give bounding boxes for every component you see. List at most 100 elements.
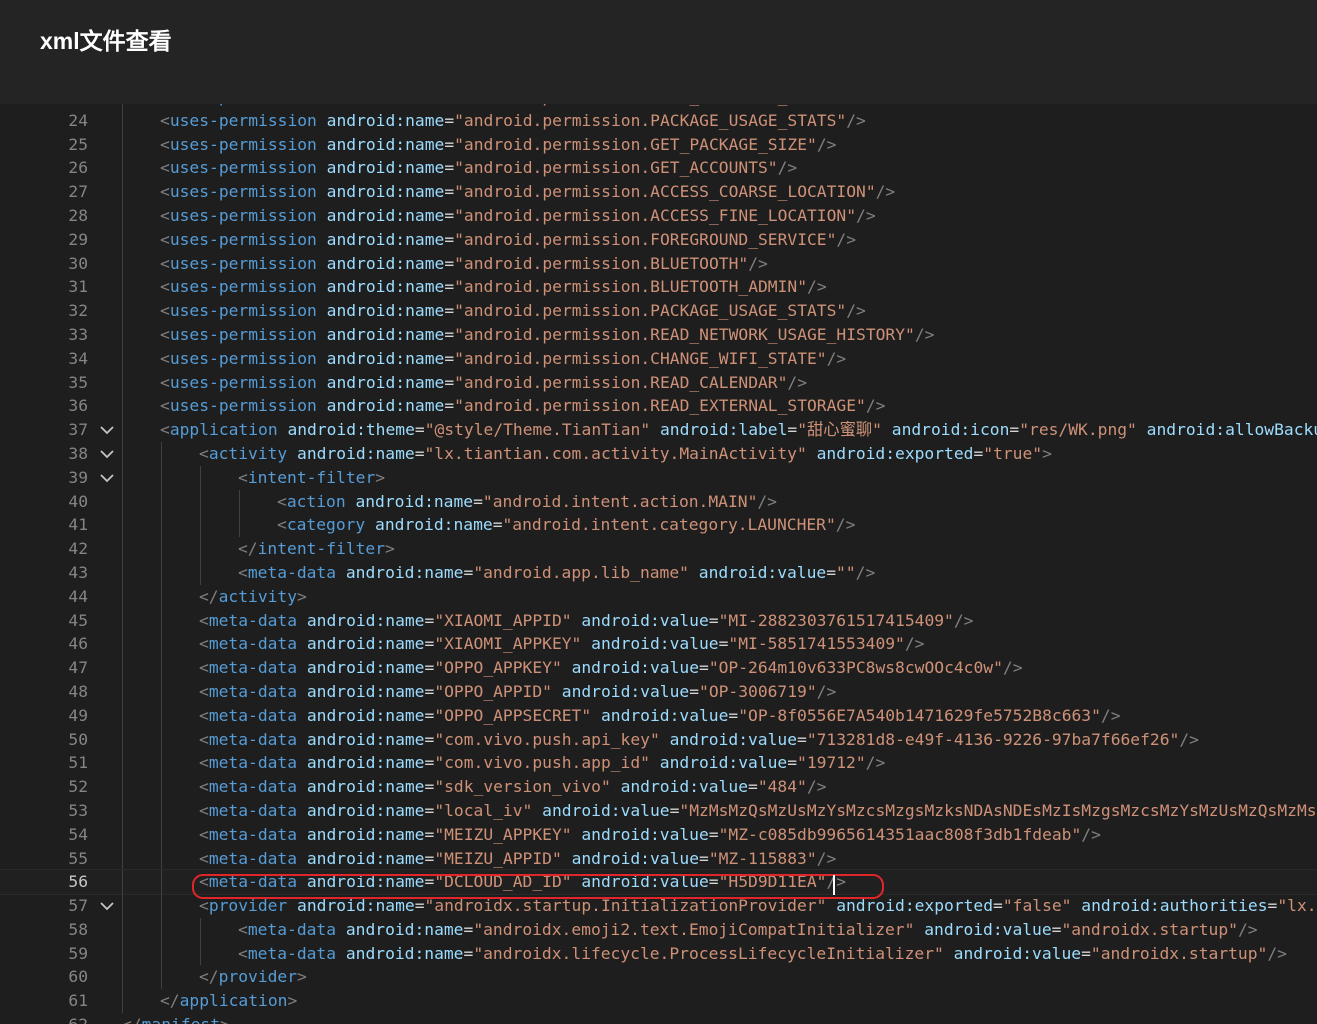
- code-line[interactable]: 51 <meta-data android:name="com.vivo.push…: [0, 751, 1317, 776]
- code-line[interactable]: 44 </activity>: [0, 584, 1317, 609]
- code-token: =: [444, 182, 455, 202]
- indent-guide: [122, 751, 123, 776]
- code-token: />: [1100, 705, 1121, 725]
- code-token: "androidx.lifecycle.ProcessLifecycleInit…: [473, 943, 944, 963]
- code-line[interactable]: 32 <uses-permission android:name="android…: [0, 299, 1317, 323]
- code-line[interactable]: 61 </application>: [0, 989, 1317, 1014]
- code-token: "android.permission.ACCESS_FINE_LOCATION…: [454, 205, 857, 225]
- code-token: <: [160, 104, 170, 106]
- line-number: 29: [68, 229, 88, 249]
- code-token: intent-filter: [247, 467, 376, 487]
- code-token: uses-permission: [169, 348, 317, 368]
- code-token: action: [286, 491, 346, 511]
- code-line[interactable]: 53 <meta-data android:name="local_iv" and…: [0, 798, 1317, 823]
- code-line[interactable]: 27 <uses-permission android:name="android…: [0, 180, 1317, 204]
- code-token: "MEIZU_APPKEY": [434, 824, 572, 844]
- line-number: 54: [68, 824, 88, 844]
- indent-guide: [122, 346, 123, 371]
- code-token: uses-permission: [169, 205, 317, 225]
- code-line[interactable]: 45 <meta-data android:name="XIAOMI_APPID"…: [0, 608, 1317, 633]
- code-text: <meta-data android:name="androidx.emoji2…: [238, 918, 1258, 942]
- code-token: android:name: [306, 848, 425, 868]
- code-line[interactable]: 40 <action android:name="android.intent.a…: [0, 489, 1317, 514]
- code-text: <uses-permission android:name="android.p…: [160, 275, 827, 299]
- code-token: "android.permission.CHANGE_WIFI_STATE": [454, 348, 827, 368]
- code-line[interactable]: 29 <uses-permission android:name="android…: [0, 227, 1317, 252]
- code-line[interactable]: 30 <uses-permission android:name="android…: [0, 251, 1317, 276]
- indent-guide: [161, 465, 162, 490]
- code-token: android:name: [306, 777, 425, 797]
- code-line[interactable]: 50 <meta-data android:name="com.vivo.push…: [0, 727, 1317, 752]
- code-token: <: [199, 658, 209, 678]
- code-line[interactable]: 24 <uses-permission android:name="android…: [0, 108, 1317, 133]
- code-token: android:value: [542, 800, 670, 820]
- code-line[interactable]: 34 <uses-permission android:name="android…: [0, 346, 1317, 371]
- code-line[interactable]: 47 <meta-data android:name="OPPO_APPKEY" …: [0, 656, 1317, 680]
- code-line[interactable]: 60 </provider>: [0, 965, 1317, 990]
- code-line[interactable]: 49 <meta-data android:name="OPPO_APPSECRE…: [0, 703, 1317, 728]
- code-token: />: [806, 777, 827, 797]
- code-token: "android.app.lib_name": [473, 562, 689, 582]
- code-token: "android.permission.ACCESS_COARSE_LOCATI…: [454, 182, 876, 202]
- code-token: "XIAOMI_APPKEY": [434, 634, 582, 654]
- code-line[interactable]: 46 <meta-data android:name="XIAOMI_APPKEY…: [0, 632, 1317, 657]
- line-number: 62: [0, 1013, 88, 1024]
- code-token: uses-permission: [169, 396, 317, 416]
- code-token: <: [160, 277, 170, 297]
- code-line[interactable]: 38 <activity android:name="lx.tiantian.co…: [0, 441, 1317, 466]
- indent-guide: [122, 251, 123, 276]
- code-line[interactable]: 31 <uses-permission android:name="android…: [0, 275, 1317, 300]
- code-line[interactable]: 52 <meta-data android:name="sdk_version_v…: [0, 775, 1317, 799]
- code-line[interactable]: 43 <meta-data android:name="android.app.l…: [0, 560, 1317, 585]
- code-line[interactable]: 33 <uses-permission android:name="android…: [0, 322, 1317, 347]
- code-token: android:name: [306, 705, 425, 725]
- code-token: <: [160, 110, 170, 130]
- code-token: <: [199, 800, 209, 820]
- line-number: 58: [68, 919, 88, 939]
- code-token: android:name: [326, 158, 445, 178]
- code-line[interactable]: 36 <uses-permission android:name="android…: [0, 394, 1317, 419]
- line-number: 46: [68, 634, 88, 654]
- code-line[interactable]: 42 </intent-filter>: [0, 537, 1317, 561]
- code-token: <: [199, 443, 209, 463]
- code-token: />: [816, 681, 837, 701]
- code-token: android:name: [326, 396, 445, 416]
- code-token: =: [444, 110, 455, 130]
- indent-guide: [122, 203, 123, 228]
- code-token: "MzMsMzQsMzUsMzYsMzcsMzgsMzksNDAsNDEsMzI…: [679, 800, 1317, 820]
- code-token: meta-data: [208, 824, 298, 844]
- line-number: 37: [68, 420, 88, 440]
- code-line[interactable]: 55 <meta-data android:name="MEIZU_APPID" …: [0, 846, 1317, 871]
- code-token: application: [169, 420, 278, 440]
- code-token: =: [669, 800, 680, 820]
- code-line[interactable]: 35 <uses-permission android:name="android…: [0, 370, 1317, 395]
- code-line[interactable]: 39 <intent-filter>: [0, 465, 1317, 490]
- code-token: android:value: [600, 705, 729, 725]
- code-text: <meta-data android:name="androidx.lifecy…: [238, 942, 1287, 966]
- code-line[interactable]: 54 <meta-data android:name="MEIZU_APPKEY"…: [0, 822, 1317, 847]
- code-token: </: [122, 1015, 142, 1024]
- code-line[interactable]: 37 <application android:theme="@style/The…: [0, 418, 1317, 442]
- line-number: 57: [68, 896, 88, 916]
- code-token: "androidx.startup": [1061, 919, 1238, 939]
- code-line[interactable]: 28 <uses-permission android:name="android…: [0, 203, 1317, 228]
- code-token: android:name: [326, 348, 445, 368]
- code-token: android:value: [620, 777, 749, 797]
- indent-guide: [122, 894, 123, 918]
- code-line[interactable]: 25 <uses-permission android:name="android…: [0, 132, 1317, 157]
- code-token: =: [444, 229, 455, 249]
- code-line[interactable]: 59 <meta-data android:name="androidx.life…: [0, 941, 1317, 966]
- indent-guide: [122, 275, 123, 300]
- code-line[interactable]: 62 </manifest>: [0, 1013, 1317, 1024]
- code-line[interactable]: 41 <category android:name="android.intent…: [0, 513, 1317, 538]
- code-line[interactable]: 48 <meta-data android:name="OPPO_APPID" a…: [0, 679, 1317, 704]
- code-token: "android.permission.BLUETOOTH": [454, 253, 749, 273]
- code-text: <meta-data android:name="MEIZU_APPID" an…: [199, 847, 836, 871]
- code-text: <meta-data android:name="com.vivo.push.a…: [199, 751, 885, 775]
- code-token: "sdk_version_vivo": [434, 777, 611, 797]
- code-line[interactable]: 58 <meta-data android:name="androidx.emoj…: [0, 917, 1317, 942]
- code-line[interactable]: 26 <uses-permission android:name="android…: [0, 156, 1317, 181]
